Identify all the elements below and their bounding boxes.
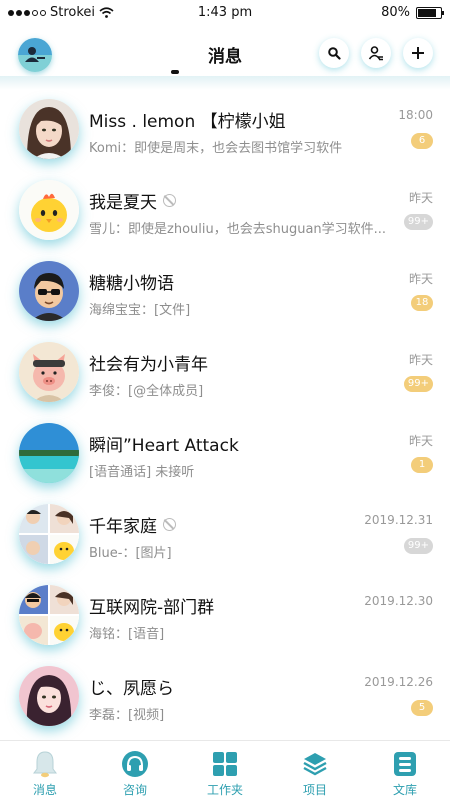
plus-icon (412, 47, 424, 59)
status-right: 80% (381, 5, 444, 20)
conversation-avatar (19, 504, 79, 564)
conversation-name: 社会有为小青年 (89, 355, 208, 375)
contacts-icon (368, 46, 383, 61)
tab-projects[interactable]: 项目 (270, 741, 360, 800)
conversation-name: 互联网院-部门群 (89, 598, 215, 618)
tab-label: 项目 (302, 783, 327, 797)
conversation-time: 2019.12.26 (364, 675, 433, 689)
battery-icon (416, 6, 444, 19)
layers-icon (301, 750, 329, 778)
search-icon (328, 47, 341, 60)
conversation-time: 昨天 (408, 353, 433, 367)
conversation-name: Miss . lemon 【柠檬小姐 (89, 112, 286, 132)
conversation-name: 瞬间”Heart Attack (89, 436, 239, 456)
tab-indicator (171, 70, 179, 74)
conversation-time: 2019.12.31 (364, 513, 433, 527)
conversation-avatar (19, 666, 79, 726)
tab-label: 消息 (32, 783, 57, 797)
unread-badge: 5 (411, 700, 433, 716)
conversation-preview: [语音通话] 未接听 (89, 465, 195, 480)
conversation-item[interactable]: 我是夏天 雪儿：即使是zhouliu，也会去shuguan学习软件... 昨天 … (0, 171, 450, 252)
grid-icon (211, 750, 239, 778)
conversation-time: 昨天 (408, 191, 433, 205)
unread-badge: 99+ (403, 376, 433, 392)
tab-label: 咨询 (122, 783, 147, 797)
conversation-avatar (19, 99, 79, 159)
conversation-time: 昨天 (408, 272, 433, 286)
conversation-avatar (19, 342, 79, 402)
tab-consult[interactable]: 咨询 (90, 741, 180, 800)
conversation-list: Miss . lemon 【柠檬小姐 Komi：即使是周末，也会去图书馆学习软件… (0, 90, 450, 738)
conversation-time: 昨天 (408, 434, 433, 448)
header: 消息 (0, 26, 450, 76)
unread-badge: 1 (411, 457, 433, 473)
conversation-item[interactable]: 瞬间”Heart Attack [语音通话] 未接听 昨天 1 (0, 414, 450, 495)
unread-badge: 99+ (403, 538, 433, 554)
conversation-time: 2019.12.30 (364, 594, 433, 608)
search-button[interactable] (319, 38, 349, 68)
conversation-name: じ、夙愿ら (89, 679, 174, 699)
status-bar: Strokei 1:43 pm 80% (0, 0, 450, 26)
conversation-avatar (19, 261, 79, 321)
conversation-preview: 李俊：[@全体成员] (89, 384, 204, 399)
conversation-avatar (19, 180, 79, 240)
conversation-item[interactable]: 互联网院-部门群 海铭：[语音] 2019.12.30 (0, 576, 450, 657)
conversation-avatar (19, 585, 79, 645)
library-icon (391, 750, 419, 778)
conversation-preview: 海铭：[语音] (89, 627, 165, 642)
add-button[interactable] (403, 38, 433, 68)
conversation-name: 千年家庭 (89, 512, 176, 537)
conversation-preview: 雪儿：即使是zhouliu，也会去shuguan学习软件... (89, 222, 387, 237)
mute-icon (163, 518, 176, 531)
conversation-preview: Blue-：[图片] (89, 546, 172, 561)
tab-library[interactable]: 文库 (360, 741, 450, 800)
conversation-avatar (19, 423, 79, 483)
conversation-item[interactable]: じ、夙愿ら 李磊：[视频] 2019.12.26 5 (0, 657, 450, 738)
conversation-item[interactable]: Miss . lemon 【柠檬小姐 Komi：即使是周末，也会去图书馆学习软件… (0, 90, 450, 171)
conversation-item[interactable]: 千年家庭 Blue-：[图片] 2019.12.31 99+ (0, 495, 450, 576)
battery-fill (418, 8, 436, 17)
mute-icon (163, 194, 176, 207)
contacts-button[interactable] (361, 38, 391, 68)
tab-workfolder[interactable]: 工作夹 (180, 741, 270, 800)
conversation-item[interactable]: 社会有为小青年 李俊：[@全体成员] 昨天 99+ (0, 333, 450, 414)
headphones-icon (121, 750, 149, 778)
unread-badge: 18 (411, 295, 433, 311)
tab-label: 文库 (392, 783, 417, 797)
unread-badge: 6 (411, 133, 433, 149)
conversation-preview: 李磊：[视频] (89, 708, 165, 723)
conversation-time: 18:00 (398, 108, 433, 122)
battery-percent: 80% (381, 5, 410, 20)
tab-label: 工作夹 (206, 783, 243, 797)
tab-bar: 消息 咨询 工作夹 项目 文库 (0, 740, 450, 800)
bell-icon (31, 750, 59, 778)
conversation-preview: Komi：即使是周末，也会去图书馆学习软件 (89, 141, 343, 156)
conversation-name: 我是夏天 (89, 188, 176, 213)
unread-badge: 99+ (403, 214, 433, 230)
tab-messages[interactable]: 消息 (0, 741, 90, 800)
header-shadow (0, 76, 450, 90)
conversation-item[interactable]: 糖糖小物语 海绵宝宝：[文件] 昨天 18 (0, 252, 450, 333)
conversation-name: 糖糖小物语 (89, 274, 174, 294)
conversation-preview: 海绵宝宝：[文件] (89, 303, 191, 318)
